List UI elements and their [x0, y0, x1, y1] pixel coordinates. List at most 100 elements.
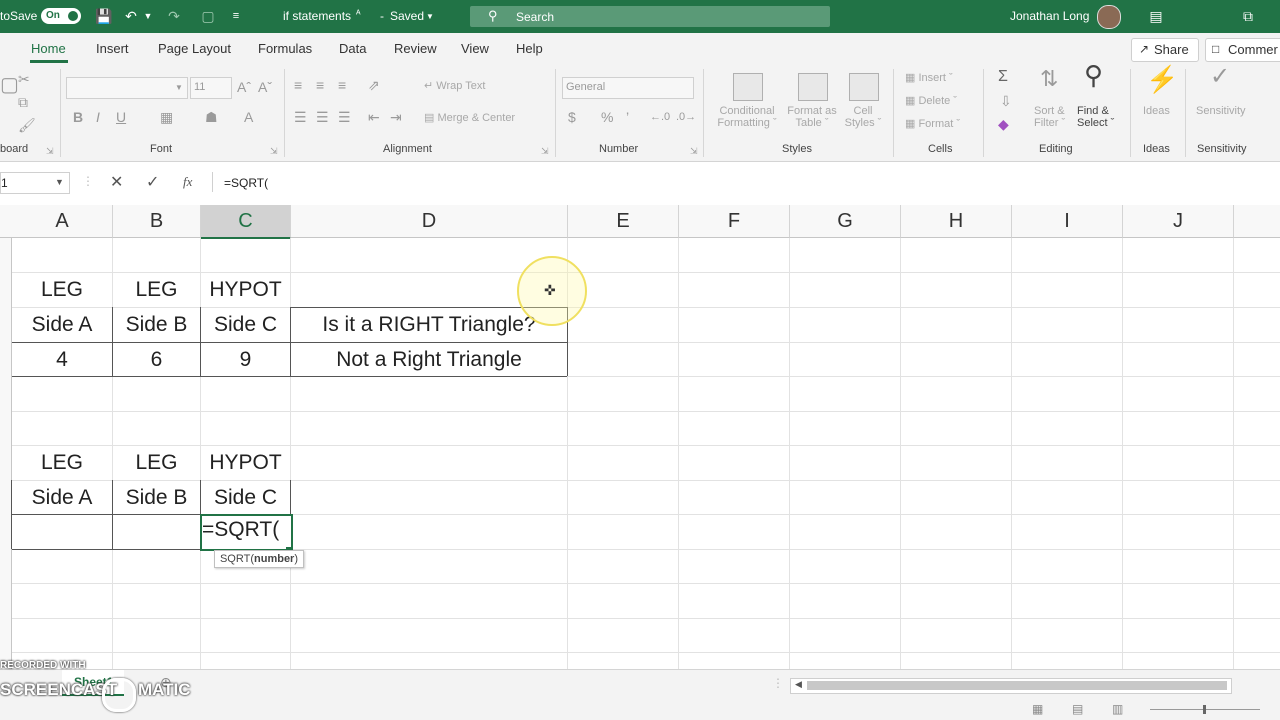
fill-color-icon[interactable]: ☗	[205, 109, 218, 125]
align-right-icon[interactable]: ☰	[338, 109, 351, 125]
align-center-icon[interactable]: ☰	[316, 109, 329, 125]
share-button[interactable]: ↗ Share	[1131, 38, 1199, 62]
column-header-i[interactable]: I	[1012, 205, 1123, 238]
format-cells-button[interactable]: ▦ Format ˇ	[905, 117, 960, 130]
sort-filter-button[interactable]: Sort & Filter ˇ	[1034, 105, 1065, 129]
cell-b3[interactable]: LEG	[113, 273, 200, 307]
tab-review[interactable]: Review	[394, 41, 437, 56]
zoom-slider-thumb[interactable]	[1203, 705, 1206, 714]
cell-a3[interactable]: LEG	[12, 273, 112, 307]
tab-formulas[interactable]: Formulas	[258, 41, 312, 56]
cell-a9[interactable]: Side A	[12, 481, 112, 515]
underline-icon[interactable]: U	[116, 109, 126, 125]
form-icon[interactable]: ▢	[200, 8, 216, 24]
cell-c5[interactable]: 9	[201, 343, 290, 377]
avatar[interactable]	[1097, 5, 1121, 29]
row-header-strip[interactable]	[0, 238, 12, 669]
autosum-icon[interactable]: Σ	[998, 69, 1008, 85]
column-header-g[interactable]: G	[790, 205, 901, 238]
bold-icon[interactable]: B	[73, 109, 83, 125]
cell-a4[interactable]: Side A	[12, 308, 112, 342]
tab-help[interactable]: Help	[516, 41, 543, 56]
currency-icon[interactable]: $	[568, 109, 576, 125]
top-align-icon[interactable]: ≡	[294, 77, 302, 93]
tab-page-layout[interactable]: Page Layout	[158, 41, 231, 56]
undo-icon[interactable]: ↶	[123, 8, 139, 24]
tab-home[interactable]: Home	[31, 41, 66, 56]
cell-c8[interactable]: HYPOT	[201, 446, 290, 480]
cell-d5[interactable]: Not a Right Triangle	[291, 343, 567, 377]
user-name[interactable]: Jonathan Long	[1010, 9, 1089, 23]
cell-b5[interactable]: 6	[113, 343, 200, 377]
function-tooltip[interactable]: SQRT(number)	[214, 550, 304, 568]
title-dropdown-icon[interactable]: ▼	[426, 12, 434, 21]
scrollbar-thumb[interactable]	[807, 681, 1227, 690]
wrap-text-button[interactable]: ↵ Wrap Text	[424, 79, 485, 92]
decrease-decimal-icon[interactable]: .0→	[676, 109, 696, 125]
decrease-font-icon[interactable]: Aˇ	[258, 79, 272, 95]
column-header-h[interactable]: H	[901, 205, 1012, 238]
number-launcher-icon[interactable]: ⇲	[690, 143, 698, 159]
search-box[interactable]: ⚲ Search	[470, 6, 830, 27]
cell-a5[interactable]: 4	[12, 343, 112, 377]
font-color-icon[interactable]: A	[244, 109, 253, 125]
number-format-combo[interactable]: General	[562, 77, 694, 99]
copy-icon[interactable]: ⧉	[18, 94, 28, 110]
cell-c4[interactable]: Side C	[201, 308, 290, 342]
tab-view[interactable]: View	[461, 41, 489, 56]
alignment-launcher-icon[interactable]: ⇲	[541, 143, 549, 159]
increase-indent-icon[interactable]: ⇥	[390, 109, 402, 125]
cancel-entry-icon[interactable]: ✕	[110, 172, 123, 192]
formula-input[interactable]: =SQRT(	[212, 172, 1280, 192]
cell-b4[interactable]: Side B	[113, 308, 200, 342]
horizontal-scrollbar[interactable]: ◀	[790, 678, 1232, 694]
insert-cells-button[interactable]: ▦ Insert ˇ	[905, 71, 953, 84]
delete-cells-button[interactable]: ▦ Delete ˇ	[905, 94, 957, 107]
increase-font-icon[interactable]: Aˆ	[237, 79, 251, 95]
bottom-align-icon[interactable]: ≡	[338, 77, 346, 93]
comma-style-icon[interactable]: ’	[626, 109, 629, 125]
name-box[interactable]: 1 ▼	[0, 172, 70, 194]
cell-styles-button[interactable]: Cell Styles ˇ	[840, 105, 886, 129]
merge-center-button[interactable]: ▤ Merge & Center	[424, 111, 515, 124]
restore-window-icon[interactable]: ⧉	[1240, 8, 1256, 24]
cell-a8[interactable]: LEG	[12, 446, 112, 480]
column-header-a[interactable]: A	[12, 205, 113, 238]
comments-button[interactable]: □ Commer	[1205, 38, 1280, 62]
sensitivity-button[interactable]: Sensitivity	[1196, 105, 1246, 117]
tooltip-argument[interactable]: number	[254, 553, 294, 565]
redo-icon[interactable]: ↷	[166, 8, 182, 24]
undo-dropdown-icon[interactable]: ▼	[140, 8, 156, 24]
cell-c9[interactable]: Side C	[201, 481, 290, 515]
autosave-toggle[interactable]: On	[41, 8, 81, 24]
normal-view-icon[interactable]: ▦	[1032, 702, 1043, 716]
tab-splitter-icon[interactable]: ⋮	[772, 676, 784, 690]
middle-align-icon[interactable]: ≡	[316, 77, 324, 93]
clear-icon[interactable]: ◆	[998, 116, 1009, 132]
column-header-j[interactable]: J	[1123, 205, 1234, 238]
ideas-button[interactable]: Ideas	[1143, 105, 1170, 117]
cell-b9[interactable]: Side B	[113, 481, 200, 515]
fill-icon[interactable]: ⇩	[1000, 93, 1012, 109]
decrease-indent-icon[interactable]: ⇤	[368, 109, 380, 125]
save-status[interactable]: Saved	[390, 9, 424, 23]
page-break-view-icon[interactable]: ▥	[1112, 702, 1123, 716]
save-icon[interactable]: 💾	[95, 8, 112, 24]
document-title[interactable]: if statements	[283, 9, 351, 23]
worksheet-grid[interactable]: A B C D E F G H I J LEG LEG HYPOT Side A	[0, 205, 1280, 669]
cut-icon[interactable]: ✂	[18, 71, 30, 87]
format-as-table-button[interactable]: Format as Table ˇ	[784, 105, 840, 129]
font-size-combo[interactable]: 11	[190, 77, 232, 99]
orientation-icon[interactable]: ⇗	[368, 77, 380, 93]
find-select-button[interactable]: Find & Select ˇ	[1077, 105, 1114, 129]
tab-insert[interactable]: Insert	[96, 41, 129, 56]
align-left-icon[interactable]: ☰	[294, 109, 307, 125]
format-painter-icon[interactable]: 🖌	[18, 117, 36, 133]
column-header-k[interactable]	[1234, 205, 1280, 238]
insert-function-icon[interactable]: fx	[183, 174, 192, 190]
customize-toolbar-icon[interactable]: ≡	[228, 8, 244, 24]
tab-data[interactable]: Data	[339, 41, 366, 56]
column-header-f[interactable]: F	[679, 205, 790, 238]
column-header-e[interactable]: E	[568, 205, 679, 238]
ribbon-display-icon[interactable]: ▤	[1148, 8, 1164, 24]
